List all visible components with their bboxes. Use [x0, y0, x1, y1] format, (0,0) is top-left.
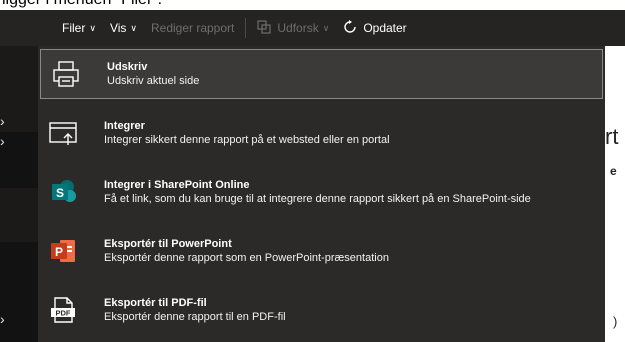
- explore-button[interactable]: Udforsk ∨: [250, 10, 336, 46]
- caption-text: ligger i menuen “Filer”.: [2, 0, 162, 9]
- report-text-fragment: ): [613, 314, 618, 329]
- menu-item-title: Integrer: [104, 120, 145, 132]
- edit-report-label: Rediger rapport: [150, 21, 235, 35]
- view-menu-button[interactable]: Vis ∨: [103, 10, 144, 46]
- toolbar-divider: [245, 18, 247, 38]
- toolbar: Filer ∨ Vis ∨ Rediger rapport Udforsk ∨ …: [0, 10, 625, 46]
- report-text-fragment: e: [610, 164, 617, 178]
- svg-text:S: S: [56, 186, 64, 200]
- left-panel: › › ›: [0, 46, 38, 342]
- chevron-right-icon[interactable]: ›: [0, 310, 14, 328]
- pdf-icon: PDF: [46, 294, 80, 326]
- menu-item-title: Eksportér til PowerPoint: [104, 238, 232, 250]
- svg-text:P: P: [55, 245, 63, 259]
- menu-item-description: Integrer sikkert denne rapport på et web…: [104, 134, 390, 146]
- menu-item-print[interactable]: Udskriv Udskriv aktuel side: [40, 49, 603, 99]
- refresh-label: Opdater: [363, 21, 407, 35]
- menu-item-description: Få et link, som du kan bruge til at inte…: [104, 193, 531, 205]
- chevron-right-icon[interactable]: ›: [0, 112, 14, 130]
- menu-item-title: Integrer i SharePoint Online: [104, 179, 250, 191]
- embed-icon: [46, 117, 80, 149]
- menu-item-description: Udskriv aktuel side: [107, 75, 200, 87]
- explore-icon: [257, 19, 271, 37]
- menu-item-embed[interactable]: Integrer Integrer sikkert denne rapport …: [38, 105, 605, 161]
- menu-item-embed-sharepoint[interactable]: S Integrer i SharePoint Online Få et lin…: [38, 164, 605, 220]
- document-caption: ligger i menuen “Filer”.: [0, 0, 625, 10]
- report-title-fragment: rt: [605, 124, 619, 149]
- chevron-right-icon[interactable]: ›: [0, 132, 14, 150]
- menu-item-description: Eksportér denne rapport til en PDF-fil: [104, 311, 286, 323]
- menu-item-title: Udskriv: [107, 61, 148, 73]
- sharepoint-icon: S: [46, 176, 80, 208]
- menu-item-export-powerpoint[interactable]: P Eksportér til PowerPoint Eksportér den…: [38, 223, 605, 279]
- explore-label: Udforsk: [277, 21, 319, 35]
- printer-icon: [49, 58, 83, 90]
- menu-item-description: Eksportér denne rapport som en PowerPoin…: [104, 252, 389, 264]
- chevron-down-icon: ∨: [130, 22, 137, 33]
- svg-text:PDF: PDF: [56, 309, 71, 318]
- report-canvas: rt e ): [605, 46, 625, 342]
- edit-report-button[interactable]: Rediger rapport: [144, 10, 241, 46]
- chevron-down-icon: ∨: [322, 22, 330, 33]
- file-dropdown-menu: Udskriv Udskriv aktuel side Integrer Int…: [38, 46, 605, 342]
- file-menu-button[interactable]: Filer ∨: [0, 10, 103, 46]
- powerpoint-icon: P: [46, 235, 80, 267]
- view-menu-label: Vis: [109, 21, 127, 35]
- menu-item-title: Eksportér til PDF-fil: [104, 297, 207, 309]
- menu-item-export-pdf[interactable]: PDF Eksportér til PDF-fil Eksportér denn…: [38, 282, 605, 338]
- file-menu-label: Filer: [62, 21, 86, 35]
- chevron-down-icon: ∨: [89, 22, 96, 33]
- refresh-icon: [343, 19, 357, 37]
- refresh-button[interactable]: Opdater: [336, 10, 413, 46]
